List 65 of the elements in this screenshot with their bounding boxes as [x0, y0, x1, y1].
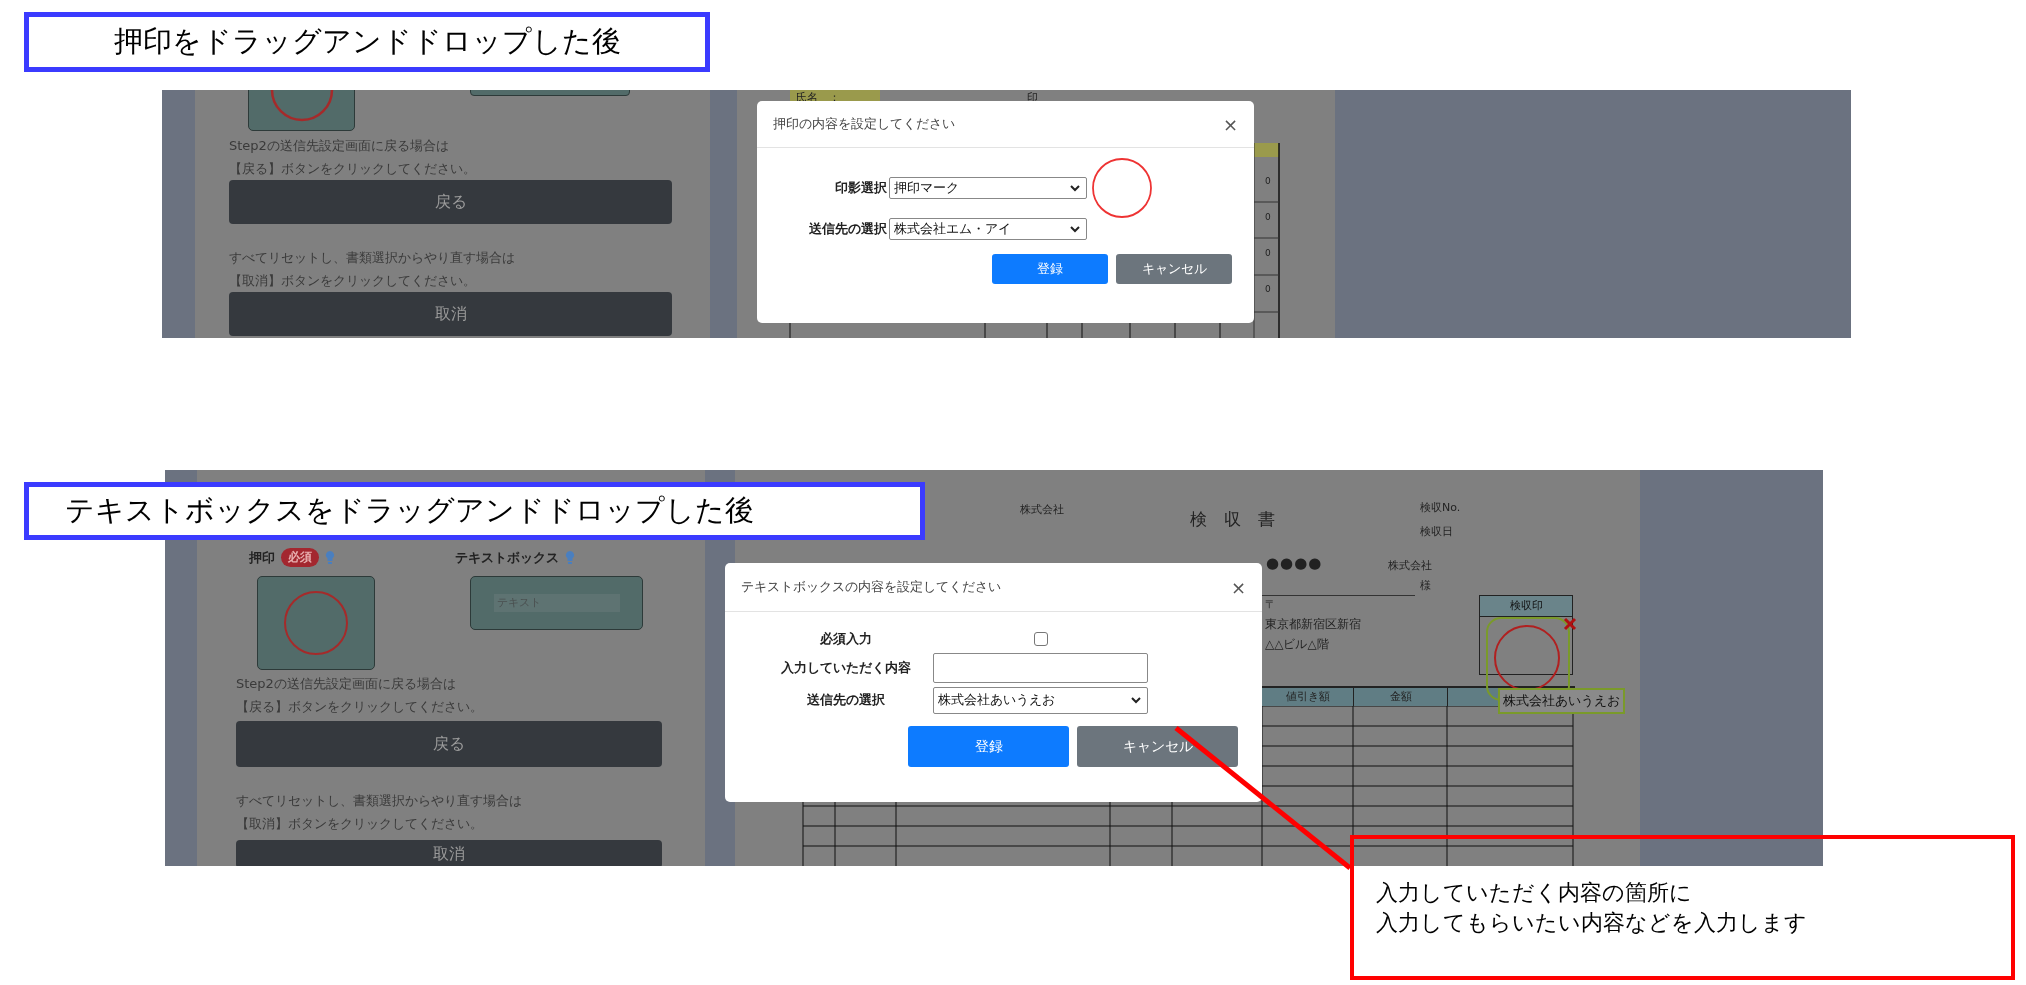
field-label: 必須入力 [819, 630, 873, 648]
amount-text: 0 [1265, 212, 1271, 222]
cancel-button[interactable]: キャンセル [1116, 254, 1232, 284]
field-label: 入力していただく内容 [780, 659, 912, 677]
honorific-text: 様 [1420, 578, 1431, 593]
recipient-name: ●●●● [1266, 554, 1323, 572]
amount-text: 0 [1265, 284, 1271, 294]
chevron-icon [1070, 225, 1080, 233]
instruction-text: Step2の送信先設定画面に戻る場合は [229, 137, 449, 155]
address-text: △△ビル△階 [1265, 636, 1329, 653]
instruction-text: 【戻る】ボタンをクリックしてください。 [236, 698, 483, 716]
stamp-circle-icon [284, 591, 348, 655]
textbox-label: テキストボックス [455, 548, 559, 567]
document-title: 検 収 書 [1190, 508, 1275, 531]
close-button[interactable]: × [1230, 576, 1246, 598]
stamp-tile[interactable] [257, 576, 375, 670]
column-header: 値引き額 [1262, 688, 1354, 706]
instruction-text: Step2の送信先設定画面に戻る場合は [236, 675, 456, 693]
instruction-text: すべてリセットし、書類選択からやり直す場合は [236, 792, 522, 810]
instruction-text: 【取消】ボタンをクリックしてください。 [236, 815, 483, 833]
number-label: 検収No. [1420, 500, 1461, 515]
stamp-tile[interactable] [248, 90, 355, 131]
company-text: 株式会社 [1388, 558, 1432, 573]
section-heading: テキストボックスをドラッグアンドドロップした後 [24, 482, 925, 540]
instruction-text: 【取消】ボタンをクリックしてください。 [229, 272, 476, 290]
instruction-text: すべてリセットし、書類選択からやり直す場合は [229, 249, 515, 267]
callout-text: 入力していただく内容の箇所に [1376, 878, 1693, 907]
company-text: 株式会社 [1020, 502, 1064, 517]
dropdown[interactable]: 押印マーク [889, 177, 1087, 199]
cancel-button[interactable]: 取消 [236, 840, 662, 866]
address-text: 東京都新宿区新宿 [1265, 616, 1361, 633]
lightbulb-icon [325, 550, 335, 565]
register-button[interactable]: 登録 [992, 254, 1108, 284]
dropdown[interactable]: 株式会社エム・アイ [889, 218, 1087, 240]
lightbulb-icon [565, 550, 575, 565]
callout-text: 入力してもらいたい内容などを入力します [1376, 908, 1808, 937]
required-badge: 必須 [281, 548, 319, 567]
cancel-button[interactable]: キャンセル [1077, 726, 1238, 767]
back-button[interactable]: 戻る [236, 721, 662, 767]
field-label: 送信先の選択 [806, 691, 886, 709]
date-label: 検収日 [1420, 524, 1453, 539]
seal-header: 検収印 [1480, 596, 1572, 617]
chevron-icon [1131, 696, 1141, 704]
dialog-title: テキストボックスの内容を設定してください [741, 578, 1001, 596]
stamp-label: 押印 [249, 548, 275, 567]
checkbox[interactable] [1033, 632, 1048, 646]
postal-mark: 〒 [1265, 597, 1276, 612]
delete-icon[interactable] [1563, 617, 1577, 631]
close-button[interactable]: × [1222, 113, 1238, 135]
register-button[interactable]: 登録 [908, 726, 1069, 767]
cancel-button[interactable]: 取消 [229, 292, 672, 336]
seal-label: 印 [1027, 90, 1038, 106]
instruction-text: 【戻る】ボタンをクリックしてください。 [229, 160, 476, 178]
dropdown[interactable]: 株式会社あいうえお [933, 686, 1148, 714]
dialog-title: 押印の内容を設定してください [773, 115, 955, 133]
amount-text: 0 [1265, 248, 1271, 258]
placed-textbox[interactable]: 株式会社あいうえお [1498, 688, 1625, 714]
field-label: 送信先の選択 [808, 220, 887, 238]
field-label: 印影選択 [834, 179, 887, 197]
amount-text: 0 [1265, 176, 1271, 186]
chevron-icon [1070, 184, 1080, 192]
section-heading: 押印をドラッグアンドドロップした後 [24, 12, 710, 72]
column-header: 金額 [1354, 688, 1448, 706]
back-button[interactable]: 戻る [229, 180, 672, 224]
input-field[interactable] [933, 653, 1148, 683]
